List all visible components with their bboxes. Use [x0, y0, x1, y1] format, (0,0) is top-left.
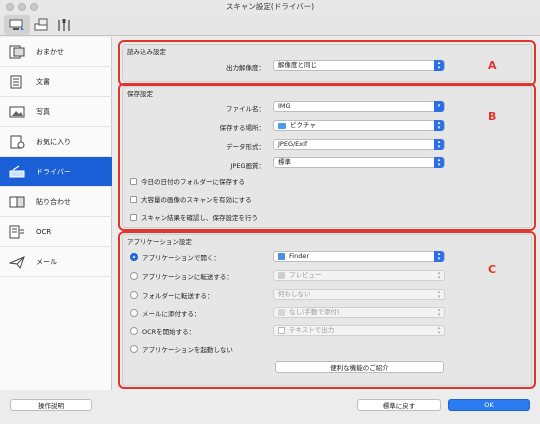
favorites-icon — [8, 134, 26, 150]
annotation-label-b: B — [488, 110, 497, 123]
sidebar-item-mail[interactable]: メール — [0, 247, 112, 277]
zoom-window-button[interactable] — [30, 3, 38, 11]
sidebar-item-stitch[interactable]: 貼り合わせ — [0, 187, 112, 217]
minimize-window-button[interactable] — [18, 3, 26, 11]
annotation-box-c — [118, 231, 536, 389]
sidebar-item-favorites[interactable]: お気に入り — [0, 127, 112, 157]
ok-button[interactable]: OK — [448, 399, 530, 411]
sidebar-item-label: メール — [36, 257, 57, 266]
document-icon — [8, 74, 26, 90]
scan-settings-window: スキャン設定(ドライバー) おまかせ 文書 写真 お気に入り ドライバー 貼り合… — [0, 0, 540, 424]
ocr-icon — [8, 224, 26, 240]
sidebar-item-label: ドライバー — [36, 167, 71, 176]
mail-icon — [8, 254, 26, 270]
sidebar-item-photo[interactable]: 写真 — [0, 97, 112, 127]
restore-defaults-button[interactable]: 標準に戻す — [357, 399, 441, 411]
scan-from-panel-tab[interactable] — [32, 15, 52, 35]
scanner-computer-icon — [9, 19, 24, 30]
toolbar — [0, 14, 540, 36]
sidebar-item-label: おまかせ — [36, 47, 64, 56]
annotation-label-a: A — [488, 59, 497, 72]
title-bar: スキャン設定(ドライバー) — [0, 0, 540, 14]
photo-icon — [8, 104, 26, 120]
scan-from-computer-tab[interactable] — [4, 15, 30, 35]
sidebar-item-label: OCR — [36, 227, 52, 236]
tools-icon — [58, 19, 70, 31]
driver-icon — [8, 164, 26, 180]
sidebar-item-driver[interactable]: ドライバー — [0, 157, 112, 187]
help-button[interactable]: 操作説明 — [10, 399, 92, 411]
auto-scan-icon — [8, 44, 26, 60]
annotation-box-b — [118, 83, 536, 231]
sidebar-item-label: 貼り合わせ — [36, 197, 71, 206]
general-settings-tab[interactable] — [54, 15, 74, 35]
sidebar-item-label: お気に入り — [36, 137, 71, 146]
annotation-label-c: C — [488, 263, 497, 276]
stitch-icon — [8, 194, 26, 210]
sidebar: おまかせ 文書 写真 お気に入り ドライバー 貼り合わせ OCR メール — [0, 37, 112, 390]
sidebar-item-auto[interactable]: おまかせ — [0, 37, 112, 67]
annotation-box-a — [118, 40, 536, 86]
window-title: スキャン設定(ドライバー) — [225, 2, 315, 11]
sidebar-item-ocr[interactable]: OCR — [0, 217, 112, 247]
sidebar-item-label: 文書 — [36, 77, 50, 86]
scanner-panel-icon — [34, 18, 48, 31]
close-window-button[interactable] — [6, 3, 14, 11]
sidebar-item-document[interactable]: 文書 — [0, 67, 112, 97]
sidebar-item-label: 写真 — [36, 107, 50, 116]
